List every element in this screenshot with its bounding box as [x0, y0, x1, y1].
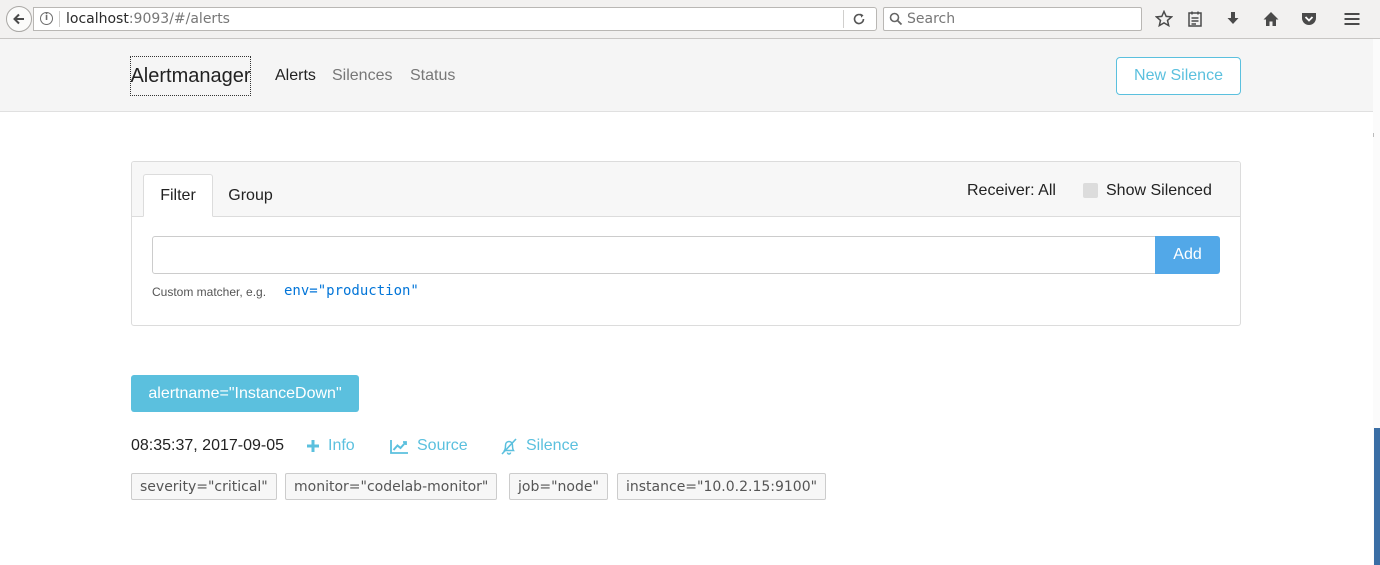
reload-divider — [843, 10, 844, 28]
matcher-example: env="production" — [284, 283, 419, 299]
url-path: :9093/#/alerts — [128, 11, 230, 27]
alert-label-tag[interactable]: job="node" — [509, 473, 608, 500]
nav-link-status[interactable]: Status — [410, 67, 455, 85]
bell-slash-icon — [501, 437, 517, 455]
nav-link-alerts[interactable]: Alerts — [275, 67, 316, 85]
show-silenced-checkbox[interactable] — [1083, 183, 1098, 198]
add-matcher-button[interactable]: Add — [1155, 236, 1220, 274]
alert-group-badge[interactable]: alertname="InstanceDown" — [131, 375, 359, 412]
new-silence-button[interactable]: New Silence — [1116, 57, 1241, 95]
alert-timestamp: 08:35:37, 2017-09-05 — [131, 437, 285, 454]
scrollbar-marker — [1373, 133, 1374, 137]
page-scrollbar-thumb[interactable] — [1374, 428, 1380, 565]
matcher-input[interactable] — [152, 236, 1156, 274]
alert-label-tag[interactable]: instance="10.0.2.15:9100" — [617, 473, 827, 500]
app-navbar: Alertmanager Alerts Silences Status New … — [0, 39, 1373, 112]
browser-toolbar: i localhost:9093/#/alerts Search — [0, 0, 1380, 39]
info-icon[interactable]: i — [40, 12, 53, 25]
receiver-selector[interactable]: Receiver: All — [967, 182, 1056, 200]
url-text[interactable]: localhost:9093/#/alerts — [66, 11, 230, 27]
search-placeholder: Search — [907, 11, 956, 27]
alert-silence-label: Silence — [526, 437, 579, 454]
alert-source-label: Source — [417, 437, 468, 454]
tab-filter[interactable]: Filter — [143, 174, 213, 217]
star-icon[interactable] — [1155, 10, 1173, 28]
filter-card: Filter Group Receiver: All Show Silenced… — [131, 161, 1241, 326]
hamburger-menu-icon[interactable] — [1343, 10, 1361, 28]
download-icon[interactable] — [1224, 10, 1242, 28]
show-silenced-label[interactable]: Show Silenced — [1106, 182, 1212, 200]
alert-source-button[interactable]: Source — [390, 437, 468, 455]
search-icon — [889, 12, 903, 26]
alert-silence-button[interactable]: Silence — [500, 437, 578, 455]
browser-search-box[interactable]: Search — [883, 7, 1142, 31]
pocket-icon[interactable] — [1300, 10, 1318, 28]
url-host: localhost — [66, 11, 129, 27]
alert-label-tag[interactable]: monitor="codelab-monitor" — [285, 473, 498, 500]
alert-label-tag[interactable]: severity="critical" — [131, 473, 277, 500]
back-button[interactable] — [6, 6, 32, 32]
nav-link-silences[interactable]: Silences — [332, 67, 392, 85]
arrow-left-icon — [13, 13, 24, 25]
filter-card-header: Filter Group Receiver: All Show Silenced — [132, 162, 1240, 217]
url-divider — [59, 11, 60, 27]
alert-info-button[interactable]: Info — [306, 437, 355, 455]
reload-icon[interactable] — [852, 12, 866, 26]
tab-group[interactable]: Group — [218, 174, 283, 217]
brand-link[interactable]: Alertmanager — [130, 56, 251, 96]
alert-info-label: Info — [328, 437, 355, 454]
plus-icon — [307, 440, 319, 452]
home-icon[interactable] — [1262, 10, 1280, 28]
matcher-help-text: Custom matcher, e.g. — [152, 285, 267, 299]
reading-list-icon[interactable] — [1186, 10, 1204, 28]
chart-line-icon — [390, 439, 408, 454]
address-bar[interactable]: i localhost:9093/#/alerts — [33, 7, 877, 31]
